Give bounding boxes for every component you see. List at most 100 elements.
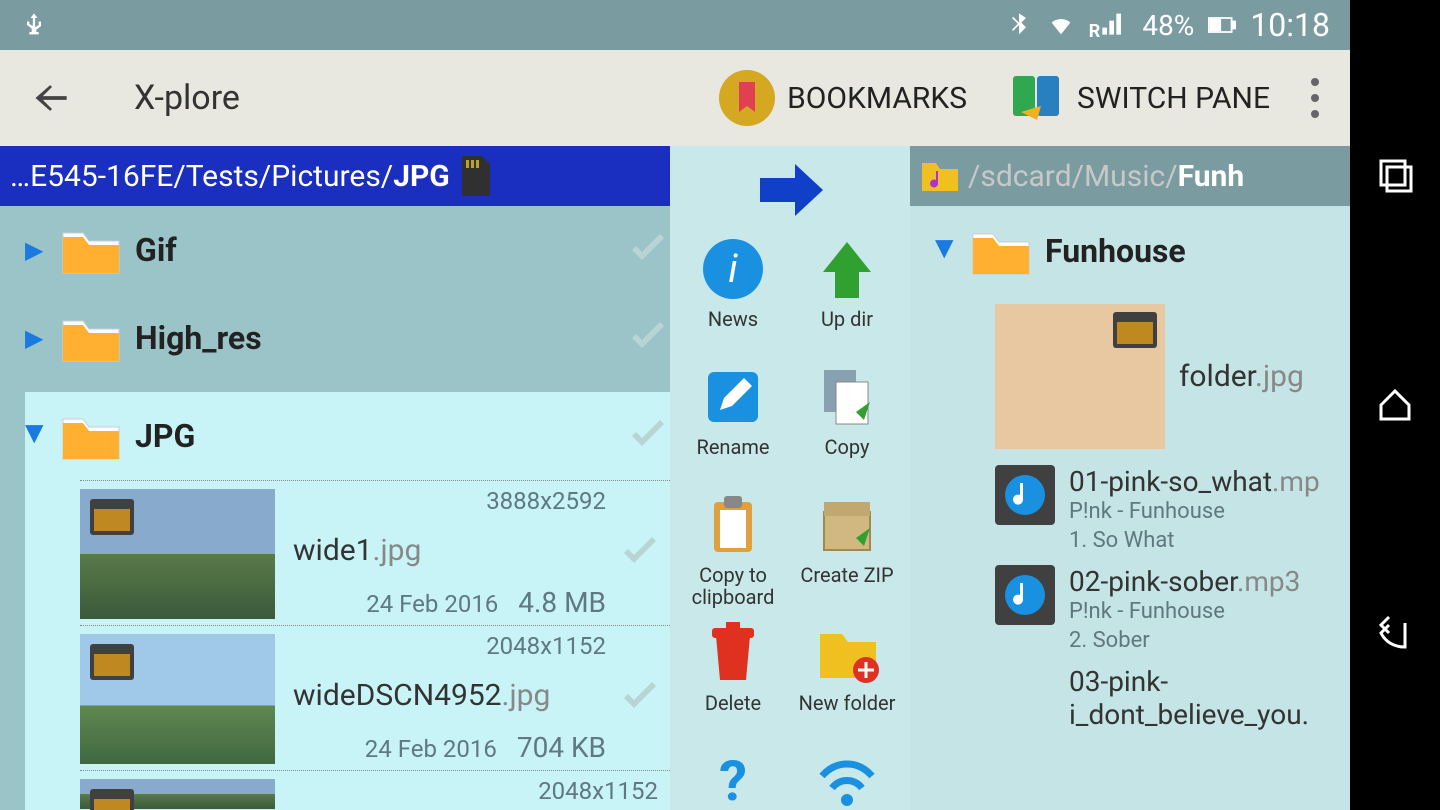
wifi-action-icon — [812, 746, 882, 810]
right-path-bar[interactable]: /sdcard/Music/Funh — [910, 146, 1350, 206]
sdcard-icon — [458, 156, 490, 196]
switch-pane-label: SWITCH PANE — [1077, 81, 1270, 116]
track-number: 1. So What — [1069, 527, 1320, 556]
info-icon: i — [698, 234, 768, 304]
button-label: Copy to clipboard — [680, 564, 786, 608]
file-date: 24 Feb 2016 — [365, 735, 497, 763]
center-toolbar: i News Up dir Rename Copy Copy to clipbo… — [670, 146, 910, 810]
recent-apps-button[interactable] — [1375, 155, 1415, 195]
back-button[interactable] — [30, 76, 74, 120]
system-nav-bar — [1350, 0, 1440, 810]
folder-icon — [61, 225, 121, 275]
file-dimensions: 3888x2592 — [293, 487, 618, 515]
app-title: X-plore — [134, 78, 240, 118]
create-zip-button[interactable]: Create ZIP — [794, 490, 900, 610]
file-date: 24 Feb 2016 — [366, 590, 498, 618]
left-path-bar[interactable]: …E545-16FE/Tests/Pictures/JPG — [0, 146, 670, 206]
track-number: 2. Sober — [1069, 627, 1300, 656]
thumbnail — [80, 779, 275, 809]
folder-icon — [61, 411, 121, 461]
file-name: wide1.jpg — [293, 533, 618, 568]
bookmarks-button[interactable]: BOOKMARKS — [717, 68, 967, 128]
zip-icon — [812, 490, 882, 560]
file-item[interactable]: 2048x1152 — [80, 770, 670, 810]
delete-button[interactable]: Delete — [680, 618, 786, 738]
image-badge-icon — [1113, 312, 1157, 348]
file-item[interactable]: 2048x1152 wideDSCN4952.jpg 24 Feb 201670… — [80, 625, 670, 770]
wifi-icon — [1047, 11, 1075, 39]
check-icon[interactable] — [618, 531, 662, 575]
check-icon[interactable] — [626, 228, 670, 272]
right-tree[interactable]: ▶ Funhouse folder.jpg 01-pink-so_what.mp… — [910, 206, 1350, 810]
svg-text:?: ? — [719, 748, 747, 810]
file-name: 02-pink-sober.mp3 — [1069, 565, 1300, 598]
clipboard-icon — [698, 490, 768, 560]
nav-back-button[interactable] — [1375, 615, 1415, 655]
right-path: /sdcard/Music/Funh — [968, 159, 1244, 194]
folder-icon — [971, 226, 1031, 276]
check-icon[interactable] — [626, 414, 670, 458]
folder-item-open[interactable]: ▶ JPG — [25, 392, 670, 480]
image-badge-icon — [90, 499, 134, 535]
new-folder-button[interactable]: New folder — [794, 618, 900, 738]
folder-item[interactable]: ▶ Gif — [25, 206, 670, 294]
transfer-direction-icon[interactable] — [755, 160, 825, 220]
file-name: wideDSCN4952.jpg — [293, 678, 618, 713]
copy-clipboard-button[interactable]: Copy to clipboard — [680, 490, 786, 610]
battery-percent: 48% — [1142, 9, 1194, 42]
file-name: 01-pink-so_what.mp — [1069, 465, 1320, 498]
switch-pane-button[interactable]: SWITCH PANE — [1007, 68, 1270, 128]
up-dir-button[interactable]: Up dir — [794, 234, 900, 354]
file-item[interactable]: folder.jpg — [995, 296, 1350, 457]
check-icon[interactable] — [626, 316, 670, 360]
button-label: Delete — [705, 692, 761, 714]
expand-icon[interactable]: ▶ — [25, 324, 47, 352]
button-label: News — [708, 308, 758, 330]
file-size: 4.8 MB — [518, 586, 606, 619]
trash-icon — [698, 618, 768, 688]
home-button[interactable] — [1375, 385, 1415, 425]
expand-icon[interactable]: ▶ — [25, 236, 47, 264]
left-tree[interactable]: ▶ Gif ▶ High_res ▶ JPG — [0, 206, 670, 810]
collapse-icon[interactable]: ▶ — [932, 240, 960, 262]
music-file-item[interactable]: 01-pink-so_what.mp P!nk - Funhouse 1. So… — [995, 457, 1350, 557]
switch-pane-icon — [1007, 68, 1067, 128]
collapse-icon[interactable]: ▶ — [22, 425, 50, 447]
question-icon: ? — [698, 746, 768, 810]
copy-icon — [812, 362, 882, 432]
wifi-button[interactable] — [794, 746, 900, 810]
bluetooth-icon — [1005, 11, 1033, 39]
copy-button[interactable]: Copy — [794, 362, 900, 482]
file-name: 03-pink-i_dont_believe_you. — [1069, 665, 1350, 731]
signal-icon: R — [1089, 9, 1129, 42]
check-icon[interactable] — [618, 676, 662, 720]
news-button[interactable]: i News — [680, 234, 786, 354]
music-icon — [995, 465, 1055, 525]
bookmarks-label: BOOKMARKS — [787, 81, 967, 116]
bookmark-icon — [717, 68, 777, 128]
music-icon — [995, 565, 1055, 625]
folder-item-open[interactable]: ▶ Funhouse — [935, 206, 1350, 296]
image-badge-icon — [90, 789, 134, 810]
app-toolbar: X-plore BOOKMARKS SWITCH PANE — [0, 50, 1350, 146]
up-arrow-icon — [812, 234, 882, 304]
folder-item[interactable]: ▶ High_res — [25, 294, 670, 382]
button-label: Rename — [697, 436, 770, 458]
folder-name: JPG — [135, 417, 612, 455]
rename-button[interactable]: Rename — [680, 362, 786, 482]
thumbnail — [995, 304, 1165, 449]
help-button[interactable]: ? — [680, 746, 786, 810]
pencil-icon — [698, 362, 768, 432]
folder-name: Gif — [135, 231, 612, 269]
file-item[interactable]: 3888x2592 wide1.jpg 24 Feb 2016 4.8 MB — [80, 480, 670, 625]
music-file-item[interactable]: 02-pink-sober.mp3 P!nk - Funhouse 2. Sob… — [995, 557, 1350, 657]
folder-name: Funhouse — [1045, 232, 1350, 270]
image-badge-icon — [90, 644, 134, 680]
new-folder-icon — [812, 618, 882, 688]
thumbnail — [80, 489, 275, 619]
left-pane: …E545-16FE/Tests/Pictures/JPG ▶ Gif ▶ Hi… — [0, 146, 670, 810]
overflow-menu-button[interactable] — [1310, 76, 1320, 120]
track-artist: P!nk - Funhouse — [1069, 498, 1320, 527]
button-label: Up dir — [821, 308, 873, 330]
music-file-item[interactable]: 03-pink-i_dont_believe_you. — [995, 657, 1350, 717]
